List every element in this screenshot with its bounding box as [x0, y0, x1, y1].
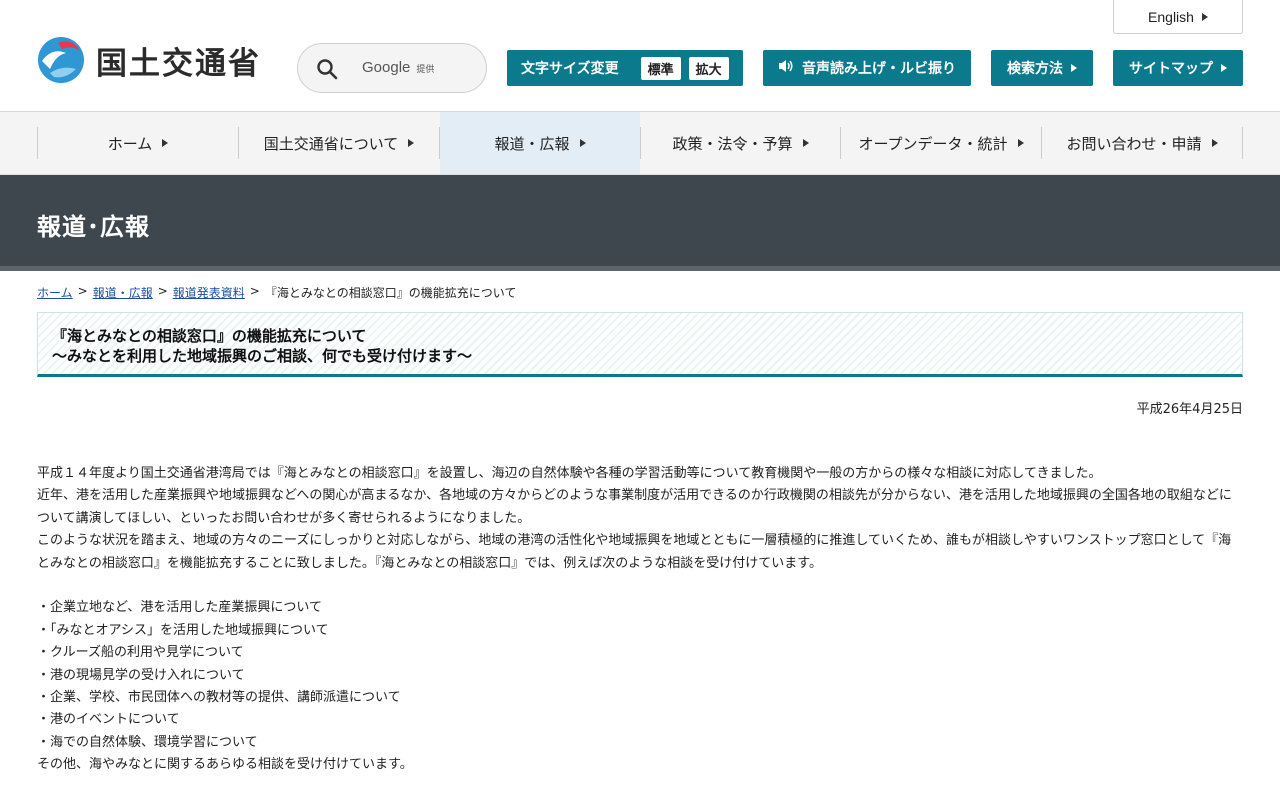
article-subtitle: ～みなとを利用した地域振興のご相談、何でも受け付けます～ — [52, 347, 473, 365]
article-date: 平成26年4月25日 — [1136, 402, 1243, 417]
list-item: ・企業立地など、港を活用した産業振興について — [37, 600, 322, 616]
list-item: ・「みなとオアシス」を活用した地域振興について — [37, 622, 329, 638]
arrow-right-icon — [1221, 64, 1227, 72]
section-banner: 報道･広報 — [0, 175, 1280, 271]
voice-reading-button[interactable]: 音声読み上げ・ルビ振り — [763, 50, 971, 86]
nav-divider — [1242, 127, 1243, 159]
nav-item-label: お問い合わせ・申請 — [1066, 134, 1202, 153]
breadcrumb-current: 『海とみなとの相談窓口』の機能拡充について — [264, 286, 517, 300]
article-title: 『海とみなとの相談窓口』の機能拡充について — [52, 327, 367, 345]
font-size-large-button[interactable]: 拡大 — [688, 56, 729, 80]
nav-item-press[interactable]: 報道・広報 — [440, 112, 640, 174]
nav-item-about[interactable]: 国土交通省について — [239, 112, 439, 174]
nav-item-label: オープンデータ・統計 — [858, 134, 1008, 153]
search-howto-button[interactable]: 検索方法 — [991, 50, 1093, 86]
breadcrumb-separator: > — [249, 284, 260, 298]
search-box[interactable]: Google 提供 — [297, 43, 487, 93]
site-logo[interactable]: 国土交通省 — [36, 34, 261, 86]
site-header: 国土交通省 Google 提供 文字サイズ変更 標準 拡大 音声読み上げ・ルビ振り… — [0, 0, 1280, 112]
breadcrumb-separator: > — [157, 284, 168, 298]
arrow-right-icon — [1071, 64, 1077, 72]
english-label: English — [1148, 8, 1194, 25]
closing-paragraph: その他、海やみなとに関するあらゆる相談を受け付けています。 — [37, 757, 413, 773]
list-item: ・企業、学校、市民団体への教材等の提供、講師派遣について — [37, 690, 401, 706]
list-item: ・港の現場見学の受け入れについて — [37, 667, 245, 683]
nav-item-label: 政策・法令・予算 — [672, 134, 793, 153]
breadcrumb-home-link[interactable]: ホーム — [37, 284, 73, 301]
breadcrumb-press-link[interactable]: 報道・広報 — [93, 284, 153, 301]
arrow-right-icon — [162, 139, 169, 147]
nav-item-label: 国土交通省について — [263, 134, 399, 153]
paragraph: このような状況を踏まえ、地域の方々のニーズにしっかりと対応しながら、地域の港湾の… — [37, 533, 1232, 571]
breadcrumb-separator: > — [77, 284, 88, 298]
arrow-right-icon — [579, 139, 586, 147]
article-body: 平成１４年度より国土交通省港湾局では『海とみなとの相談窓口』を設置し、海辺の自然… — [37, 463, 1243, 777]
search-provider-label: 提供 — [416, 65, 435, 75]
list-item: ・クルーズ船の利用や見学について — [37, 645, 244, 661]
section-title: 報道･広報 — [37, 213, 150, 241]
arrow-right-icon — [408, 139, 415, 147]
arrow-right-icon — [802, 139, 809, 147]
paragraph: 平成１４年度より国土交通省港湾局では『海とみなとの相談窓口』を設置し、海辺の自然… — [37, 466, 1102, 481]
list-item: ・港のイベントについて — [37, 712, 180, 728]
paragraph: 近年、港を活用した産業振興や地域振興などへの関心が高まるなか、各地域の方々からど… — [37, 488, 1232, 526]
nav-item-label: ホーム — [107, 134, 153, 153]
mlit-logo-icon — [36, 35, 86, 85]
font-size-standard-button[interactable]: 標準 — [640, 56, 681, 80]
english-link[interactable]: English — [1113, 0, 1243, 34]
search-icon[interactable] — [316, 58, 338, 80]
sitemap-label: サイトマップ — [1129, 61, 1213, 77]
nav-item-label: 報道・広報 — [494, 134, 570, 153]
nav-item-policy[interactable]: 政策・法令・予算 — [641, 112, 840, 174]
breadcrumb-releases-link[interactable]: 報道発表資料 — [173, 284, 245, 301]
font-size-control: 文字サイズ変更 標準 拡大 — [507, 50, 743, 86]
breadcrumb: ホーム > 報道・広報 > 報道発表資料 > 『海とみなとの相談窓口』の機能拡充… — [37, 284, 516, 301]
search-howto-label: 検索方法 — [1007, 61, 1063, 77]
arrow-right-icon — [1201, 12, 1208, 21]
google-brand: Google — [362, 59, 411, 76]
nav-item-contact[interactable]: お問い合わせ・申請 — [1042, 112, 1242, 174]
article-title-box: 『海とみなとの相談窓口』の機能拡充について ～みなとを利用した地域振興のご相談、… — [37, 312, 1243, 377]
sitemap-button[interactable]: サイトマップ — [1113, 50, 1243, 86]
global-nav: ホーム 国土交通省について 報道・広報 政策・法令・予算 オープンデータ・統計 … — [0, 112, 1280, 175]
speaker-icon — [778, 59, 794, 77]
font-size-label: 文字サイズ変更 — [521, 61, 619, 77]
arrow-right-icon — [1017, 139, 1024, 147]
nav-item-home[interactable]: ホーム — [38, 112, 238, 174]
voice-reading-label: 音声読み上げ・ルビ振り — [802, 61, 956, 77]
nav-item-opendata[interactable]: オープンデータ・統計 — [841, 112, 1041, 174]
list-item: ・海での自然体験、環境学習について — [37, 734, 258, 750]
arrow-right-icon — [1211, 139, 1218, 147]
logo-text: 国土交通省 — [96, 45, 261, 82]
search-placeholder: Google 提供 — [362, 59, 434, 76]
